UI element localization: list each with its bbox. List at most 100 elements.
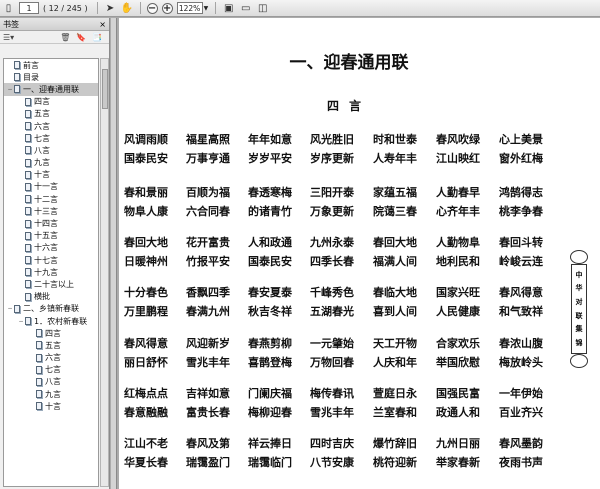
couplet-line: 百业齐兴: [499, 406, 543, 419]
bookmark-item[interactable]: 十三言: [4, 205, 98, 217]
couplet-line: 国泰民安: [248, 255, 292, 268]
couplet-line: 千峰秀色: [310, 286, 354, 299]
bookmark-item[interactable]: 十言: [4, 169, 98, 181]
select-arrow-icon[interactable]: ➤: [104, 2, 117, 15]
expand-toggle-icon[interactable]: −: [17, 318, 25, 325]
zoom-level-field[interactable]: 122%: [176, 2, 203, 14]
couplet-line: 桃李争春: [499, 205, 543, 218]
couplet-line: 窗外红梅: [499, 152, 543, 165]
couplet-line: 年年如意: [248, 133, 292, 146]
fit-width-icon[interactable]: ▭: [239, 2, 252, 15]
bookmark-item[interactable]: 十九言: [4, 266, 98, 278]
bookmark-item[interactable]: 八言: [4, 376, 98, 388]
bookmark-icon: [36, 341, 42, 350]
bookmark-label: 1．农村新春联: [34, 316, 88, 326]
couplet-line: 瑞霭盈门: [186, 456, 230, 469]
bookmark-item[interactable]: 十五言: [4, 230, 98, 242]
couplet-line: 人寿年丰: [373, 152, 417, 165]
couplet-line: 喜到人间: [373, 305, 417, 318]
couplet-line: 人和政通: [248, 236, 292, 249]
expand-toggle-icon[interactable]: −: [6, 86, 14, 93]
couplet-line: 春燕剪柳: [248, 337, 292, 350]
scrollbar-thumb[interactable]: [102, 69, 108, 109]
bookmark-item[interactable]: 十七言: [4, 254, 98, 266]
sidebar-scrollbar[interactable]: [100, 58, 109, 487]
couplet-line: 万里鹏程: [124, 305, 168, 318]
bookmark-item[interactable]: 九言: [4, 388, 98, 400]
new-bookmark-icon[interactable]: 🔖: [76, 33, 86, 42]
separator: [215, 2, 217, 14]
bookmark-item[interactable]: − 一、迎春通用联: [4, 83, 98, 96]
page-number-input[interactable]: 1: [19, 2, 39, 14]
couplet-line: 江山映红: [436, 152, 480, 165]
bookmark-item[interactable]: 十一言: [4, 181, 98, 193]
bookmark-item[interactable]: 七言: [4, 132, 98, 144]
bookmark-item[interactable]: 六言: [4, 352, 98, 364]
toolbar: ▯ 1 ( 12 / 245 ) ➤ ✋ − + 122% ▼ ▣ ▭ ◫: [0, 0, 600, 17]
bookmark-item[interactable]: 四言: [4, 96, 98, 108]
decoration-knot: [570, 250, 588, 264]
bookmark-item[interactable]: 九言: [4, 157, 98, 169]
fit-page-icon[interactable]: ▣: [222, 2, 235, 15]
bookmark-icon: [25, 231, 31, 240]
panel-title: 书签: [3, 20, 19, 29]
couplet-line: 梅传春讯: [310, 387, 354, 400]
couplet-line: 地利民和: [436, 255, 480, 268]
expand-bookmark-icon[interactable]: 📑: [92, 33, 102, 42]
bookmark-item[interactable]: 十四言: [4, 217, 98, 229]
couplet-line: 天工开物: [373, 337, 417, 350]
page-count: ( 12 / 245 ): [43, 3, 88, 13]
bookmark-label: 六言: [45, 353, 61, 363]
bookmark-icon: [25, 268, 31, 277]
bookmark-item[interactable]: 十二言: [4, 193, 98, 205]
bookmark-icon: [25, 97, 31, 106]
close-icon[interactable]: ×: [99, 18, 106, 31]
couplet-line: 竹报平安: [186, 255, 230, 268]
bookmark-item[interactable]: 目录: [4, 71, 98, 83]
bookmark-label: 十三言: [34, 206, 58, 216]
couplet-line: 一元肇始: [310, 337, 354, 350]
bookmark-item[interactable]: 五言: [4, 339, 98, 351]
bookmark-item[interactable]: 五言: [4, 108, 98, 120]
bookmark-item[interactable]: − 1．农村新春联: [4, 315, 98, 327]
expand-toggle-icon[interactable]: −: [6, 305, 14, 312]
couplet-line: 春风墨韵: [499, 437, 543, 450]
zoom-in-icon[interactable]: +: [161, 2, 173, 14]
bookmark-label: 九言: [34, 158, 50, 168]
bookmark-label: 十二言: [34, 194, 58, 204]
bookmark-label: 十七言: [34, 255, 58, 265]
couplet-line: 春风吹绿: [436, 133, 480, 146]
couplet-line: 秋吉冬祥: [248, 305, 292, 318]
bookmark-item[interactable]: 二十言以上: [4, 278, 98, 290]
couplet-line: 合家欢乐: [436, 337, 480, 350]
couplet-line: 日暖神州: [124, 255, 168, 268]
couplet-line: 花开富贵: [186, 236, 230, 249]
panel-splitter[interactable]: [111, 18, 117, 489]
bookmark-item[interactable]: 十言: [4, 400, 98, 412]
bookmark-item[interactable]: 六言: [4, 120, 98, 132]
bookmark-item[interactable]: 前言: [4, 59, 98, 71]
bookmark-item[interactable]: − 二、乡镇新春联: [4, 303, 98, 315]
delete-icon[interactable]: 🗑: [60, 33, 70, 42]
couplet-line: 万事亨通: [186, 152, 230, 165]
bookmark-item[interactable]: 横批: [4, 291, 98, 303]
dropdown-arrow-icon[interactable]: ▼: [204, 5, 209, 12]
couplet-line: 桃符迎新: [373, 456, 417, 469]
hand-icon[interactable]: ✋: [121, 2, 134, 15]
zoom-out-icon[interactable]: −: [146, 2, 158, 14]
bookmark-icon: [25, 280, 31, 289]
couplet-line: 雪兆丰年: [186, 356, 230, 369]
couplet-line: 风调雨顺: [124, 133, 168, 146]
decoration-char: 集: [575, 324, 583, 334]
options-menu-icon[interactable]: ☰▾: [3, 33, 14, 42]
bookmarks-panel: 书签 × ☰▾ 🗑 🔖 📑 前言 目录 − 一、迎春通用联 四言 五言 六言 七言 八言 九言 十言…: [0, 18, 110, 489]
couplet-line: 萱庭日永: [373, 387, 417, 400]
decoration-char: 联: [575, 310, 583, 320]
bookmark-item[interactable]: 四言: [4, 327, 98, 339]
couplet-line: 春回斗转: [499, 236, 543, 249]
bookmark-item[interactable]: 十六言: [4, 242, 98, 254]
bookmark-item[interactable]: 七言: [4, 364, 98, 376]
two-page-icon[interactable]: ◫: [256, 2, 269, 15]
separator: [96, 2, 98, 14]
bookmark-item[interactable]: 八言: [4, 144, 98, 156]
